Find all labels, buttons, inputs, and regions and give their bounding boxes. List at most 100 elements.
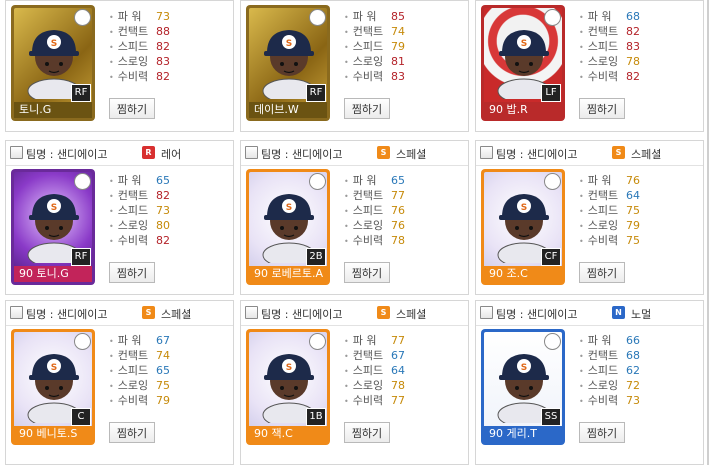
stat-label: 파 워 — [579, 9, 626, 25]
player-card[interactable]: S RF 데이브.W — [246, 5, 330, 121]
wishlist-button[interactable]: 찜하기 — [109, 422, 155, 443]
stat-label: 컨택트 — [344, 188, 391, 204]
stat-label: 파 워 — [109, 9, 156, 25]
stat-label: 스피드 — [109, 39, 156, 55]
player-name: 90 조.C — [484, 266, 562, 282]
wishlist-button[interactable]: 찜하기 — [579, 422, 625, 443]
stat-row: 컨택트74 — [344, 24, 405, 39]
stat-row: 컨택트67 — [344, 348, 405, 363]
stat-value: 75 — [626, 234, 640, 247]
stat-label: 스피드 — [579, 39, 626, 55]
player-name: 90 로베르토.A — [249, 266, 327, 282]
team-label: 팀명 : 샌디에이고 — [496, 148, 578, 161]
wishlist-button[interactable]: 찜하기 — [109, 262, 155, 283]
stat-value: 76 — [391, 219, 405, 232]
wishlist-button[interactable]: 찜하기 — [344, 422, 390, 443]
svg-text:S: S — [51, 203, 57, 213]
team-emblem-icon — [309, 9, 326, 26]
stat-label: 스로잉 — [579, 54, 626, 70]
team-emblem-icon — [544, 333, 561, 350]
stat-label: 스피드 — [109, 363, 156, 379]
stat-value: 76 — [626, 174, 640, 187]
stat-row: 스피드75 — [579, 203, 640, 218]
player-cell: 팀명 : 샌디에이고 S 스페셜 S CF90 조.C파 워76컨택트64스피드75스로… — [475, 140, 704, 295]
stat-label: 수비력 — [579, 69, 626, 85]
stat-list: 파 워76컨택트64스피드75스로잉79수비력75 — [579, 173, 640, 248]
team-label: 팀명 : 샌디에이고 — [26, 148, 108, 161]
stat-row: 스피드73 — [109, 203, 170, 218]
stat-row: 파 워76 — [579, 173, 640, 188]
grade-label: 노멀 — [631, 308, 652, 321]
cell-header: 팀명 : 샌디에이고 S 스페셜 — [241, 141, 468, 166]
svg-text:S: S — [521, 203, 527, 213]
grade-label: 스페셜 — [631, 148, 662, 161]
stat-label: 수비력 — [579, 233, 626, 249]
wishlist-button[interactable]: 찜하기 — [579, 262, 625, 283]
stat-row: 수비력83 — [344, 69, 405, 84]
stat-row: 수비력79 — [109, 393, 170, 408]
svg-text:S: S — [521, 39, 527, 49]
stat-label: 파 워 — [109, 333, 156, 349]
stat-label: 수비력 — [344, 393, 391, 409]
stat-row: 컨택트82 — [109, 188, 170, 203]
player-card[interactable]: S C 90 베니토.S — [11, 329, 95, 445]
stat-row: 파 워73 — [109, 9, 170, 24]
select-checkbox[interactable] — [10, 146, 23, 159]
player-card[interactable]: S LF 90 밥.R — [481, 5, 565, 121]
select-checkbox[interactable] — [480, 306, 493, 319]
position-badge: 1B — [306, 408, 326, 426]
stat-row: 컨택트77 — [344, 188, 405, 203]
stat-label: 컨택트 — [579, 348, 626, 364]
stat-row: 파 워65 — [109, 173, 170, 188]
stat-label: 스로잉 — [344, 218, 391, 234]
team-label: 팀명 : 샌디에이고 — [261, 148, 343, 161]
stat-row: 스로잉81 — [344, 54, 405, 69]
team-emblem-icon — [74, 9, 91, 26]
stat-row: 컨택트68 — [579, 348, 640, 363]
stat-row: 스로잉76 — [344, 218, 405, 233]
stat-label: 파 워 — [344, 9, 391, 25]
stat-value: 81 — [391, 55, 405, 68]
stat-row: 스피드82 — [109, 39, 170, 54]
stat-row: 스피드65 — [109, 363, 170, 378]
wishlist-button[interactable]: 찜하기 — [109, 98, 155, 119]
stat-row: 스피드62 — [579, 363, 640, 378]
stat-value: 75 — [626, 204, 640, 217]
player-card[interactable]: S 1B 90 잭.C — [246, 329, 330, 445]
stat-label: 스로잉 — [579, 218, 626, 234]
stat-row: 스피드83 — [579, 39, 640, 54]
stat-row: 스로잉78 — [579, 54, 640, 69]
stat-label: 스피드 — [344, 39, 391, 55]
player-cell: 팀명 : 샌디에이고S스페셜S1B90 잭.C파 워77컨택트67스피드64스로… — [240, 300, 469, 465]
player-card[interactable]: S RF 토니.G — [11, 5, 95, 121]
select-checkbox[interactable] — [480, 146, 493, 159]
stat-value: 79 — [391, 40, 405, 53]
stat-value: 78 — [391, 379, 405, 392]
select-checkbox[interactable] — [245, 306, 258, 319]
grade-icon: S — [377, 146, 390, 159]
stat-value: 82 — [626, 70, 640, 83]
player-card[interactable]: S CF 90 조.C — [481, 169, 565, 285]
stat-value: 82 — [156, 40, 170, 53]
player-card[interactable]: S RF 90 토니.G — [11, 169, 95, 285]
select-checkbox[interactable] — [245, 146, 258, 159]
wishlist-button[interactable]: 찜하기 — [344, 262, 390, 283]
player-cell: 팀명 : 샌디에이고S스페셜S2B90 로베르토.A파 워65컨택트77스피드7… — [240, 140, 469, 295]
stat-label: 스피드 — [579, 203, 626, 219]
player-card[interactable]: S 2B 90 로베르토.A — [246, 169, 330, 285]
player-name: 90 게리.T — [484, 426, 562, 442]
player-name: 90 베니토.S — [14, 426, 92, 442]
position-badge: RF — [306, 84, 326, 102]
player-card[interactable]: S SS 90 게리.T — [481, 329, 565, 445]
select-checkbox[interactable] — [10, 306, 23, 319]
stat-label: 스로잉 — [109, 54, 156, 70]
wishlist-button[interactable]: 찜하기 — [579, 98, 625, 119]
stat-row: 수비력75 — [579, 233, 640, 248]
stat-row: 스로잉80 — [109, 218, 170, 233]
stat-row: 스로잉83 — [109, 54, 170, 69]
wishlist-button[interactable]: 찜하기 — [344, 98, 390, 119]
stat-list: 파 워65컨택트77스피드76스로잉76수비력78 — [344, 173, 405, 248]
position-badge: CF — [541, 248, 561, 266]
stat-row: 스로잉75 — [109, 378, 170, 393]
stat-value: 73 — [626, 394, 640, 407]
